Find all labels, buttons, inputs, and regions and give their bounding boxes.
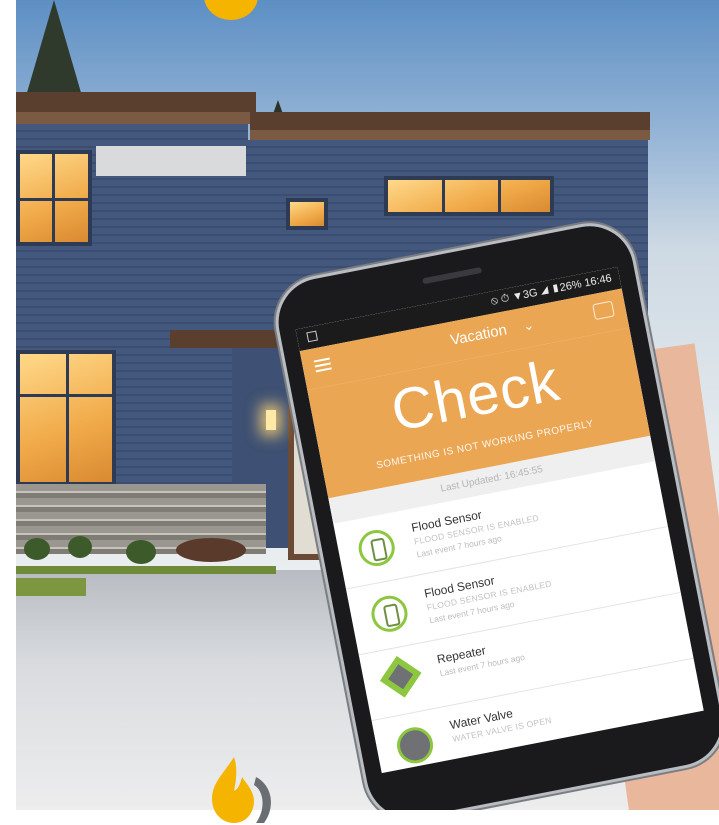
bottom-margin	[0, 810, 719, 825]
roof-eave-left	[16, 112, 256, 124]
roof-eave-right	[250, 130, 650, 140]
brand-logo-icon	[212, 757, 271, 823]
porch-lamp	[266, 410, 276, 430]
flood-sensor-icon	[355, 526, 398, 570]
small-upper-window	[286, 198, 328, 230]
upper-left-window	[16, 150, 92, 246]
shrub	[68, 536, 92, 558]
chevron-down-icon[interactable]: ⌄	[522, 317, 536, 335]
chat-icon[interactable]	[592, 300, 615, 321]
upper-right-window	[384, 176, 554, 216]
lawn-strip	[16, 566, 276, 574]
notification-icon	[306, 330, 319, 343]
lower-left-window	[16, 350, 116, 486]
scene: ⦸ ⏱ ▼3G ◢ ▮26% 16:46 Vacation ⌄ Check SO…	[0, 0, 719, 825]
left-margin	[0, 0, 16, 825]
mode-selector[interactable]: Vacation	[449, 321, 508, 349]
upper-trim-band	[96, 146, 246, 176]
flood-sensor-icon	[368, 592, 411, 635]
phone-screen: ⦸ ⏱ ▼3G ◢ ▮26% 16:46 Vacation ⌄ Check SO…	[295, 266, 704, 774]
shrub	[126, 540, 156, 564]
water-valve-icon	[393, 724, 437, 767]
lawn-corner	[16, 578, 86, 596]
shrub	[176, 538, 246, 562]
hamburger-menu-icon[interactable]	[313, 357, 332, 373]
shrub	[24, 538, 50, 560]
repeater-icon	[379, 655, 422, 698]
phone-speaker	[422, 266, 483, 285]
